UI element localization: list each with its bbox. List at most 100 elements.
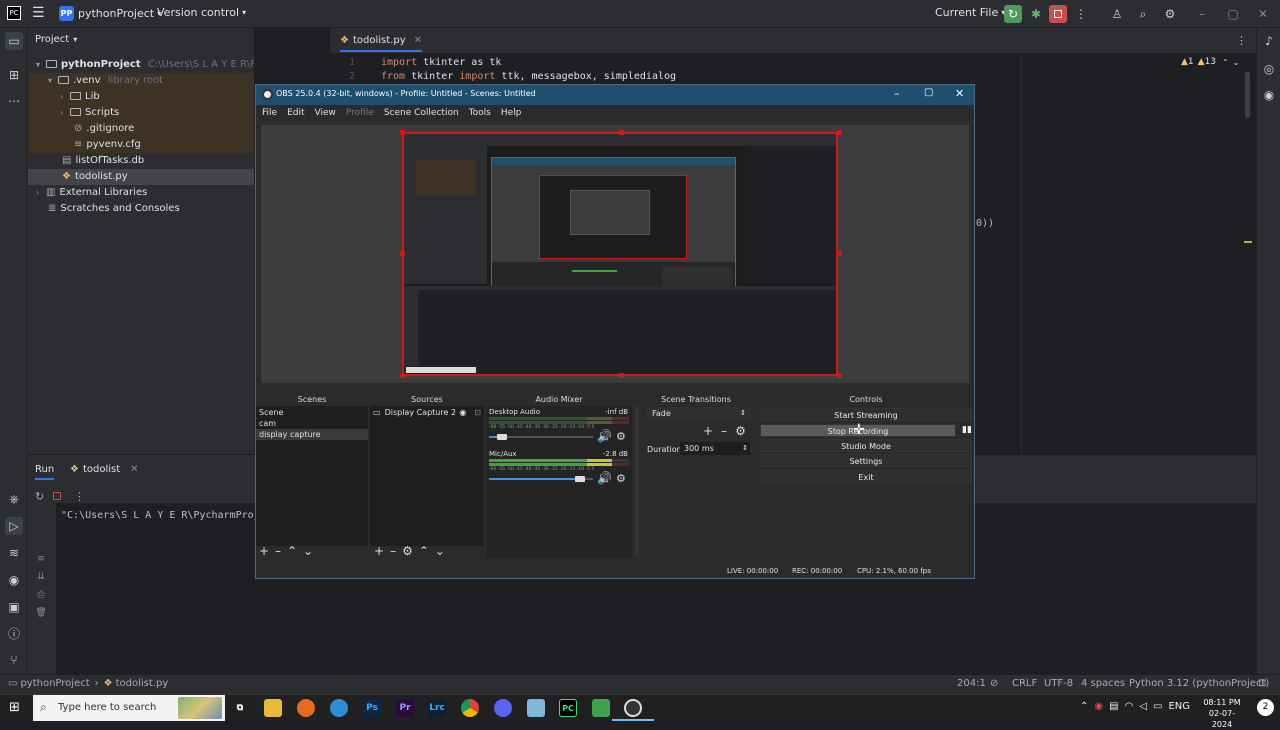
discord-icon[interactable]: [494, 699, 512, 717]
tab-todolist[interactable]: ❖ todolist.py ✕: [340, 35, 422, 52]
more-actions-icon[interactable]: ⋮: [74, 490, 85, 503]
minimize-button[interactable]: –: [1193, 5, 1211, 23]
inspection-widget[interactable]: ▲ 1 ▲ 13 ⌃ ⌄: [1181, 57, 1239, 67]
mixer-scrollbar[interactable]: [635, 406, 639, 556]
volume-slider[interactable]: [489, 476, 593, 482]
database-icon[interactable]: ◎: [1260, 60, 1278, 78]
properties-gear-icon[interactable]: ⚙: [402, 544, 413, 558]
add-icon[interactable]: +: [374, 544, 384, 558]
main-menu-icon[interactable]: ☰: [32, 5, 45, 21]
run-tab-todolist[interactable]: ❖ todolist ✕: [70, 464, 139, 475]
resize-handle[interactable]: [400, 130, 405, 135]
pycharm-taskbar-icon[interactable]: PC: [559, 699, 577, 717]
resize-handle[interactable]: [619, 373, 624, 378]
exit-button[interactable]: Exit: [760, 470, 972, 483]
breadcrumb-project[interactable]: pythonProject: [20, 678, 89, 689]
task-view-icon[interactable]: ⧉: [231, 699, 249, 717]
tab-options-icon[interactable]: ⋮: [1236, 34, 1247, 47]
run-tool-icon[interactable]: ▷: [5, 517, 23, 535]
scroll-to-end-icon[interactable]: ⇊: [34, 568, 48, 586]
remove-icon[interactable]: –: [390, 544, 396, 558]
soft-wrap-icon[interactable]: ≡: [34, 550, 48, 568]
security-icon[interactable]: ◉: [1094, 701, 1103, 712]
menu-file[interactable]: File: [262, 108, 277, 118]
battery-icon[interactable]: ▭: [1153, 701, 1162, 712]
menu-profile[interactable]: Profile: [346, 108, 374, 118]
run-panel-title[interactable]: Run: [35, 464, 55, 480]
premiere-icon[interactable]: Pr: [396, 699, 414, 717]
volume-icon[interactable]: ◁: [1139, 701, 1147, 712]
duration-input[interactable]: 300 ms ⇕: [680, 442, 750, 455]
menu-help[interactable]: Help: [501, 108, 522, 118]
menu-tools[interactable]: Tools: [469, 108, 491, 118]
tree-item-external-libraries[interactable]: › ▥ External Libraries: [28, 185, 254, 201]
clear-all-icon[interactable]: 🗑: [34, 604, 48, 622]
source-item[interactable]: ▭ Display Capture 2 ◉ ⊡: [373, 407, 481, 418]
photoshop-icon[interactable]: Ps: [363, 699, 381, 717]
resize-handle[interactable]: [837, 251, 842, 256]
caret-position[interactable]: 204:1: [957, 678, 986, 689]
app-taskbar-icon[interactable]: [592, 699, 610, 717]
minimize-button[interactable]: –: [894, 87, 900, 100]
start-streaming-button[interactable]: Start Streaming: [760, 408, 972, 421]
move-down-icon[interactable]: ⌄: [303, 544, 313, 558]
rerun-icon[interactable]: ↻: [35, 490, 44, 503]
mixer-settings-gear-icon[interactable]: ⚙: [616, 430, 626, 443]
volume-slider[interactable]: [489, 434, 593, 440]
move-up-icon[interactable]: ⌃: [287, 544, 297, 558]
scene-item[interactable]: cam: [259, 418, 367, 429]
interpreter-selector[interactable]: Python 3.12 (pythonProject): [1129, 678, 1269, 689]
vcs-menu[interactable]: Version control ▾: [157, 6, 246, 19]
run-config-selector[interactable]: Current File ▾: [935, 6, 1005, 19]
settings-icon[interactable]: ⚙: [1161, 5, 1179, 23]
mixer-settings-gear-icon[interactable]: ⚙: [616, 472, 626, 485]
indent-setting[interactable]: 4 spaces: [1081, 678, 1125, 689]
speaker-icon[interactable]: 🔊: [597, 429, 612, 443]
speaker-icon[interactable]: 🔊: [597, 471, 612, 485]
stop-icon[interactable]: [53, 492, 61, 500]
services-icon[interactable]: ◉: [5, 571, 23, 589]
remove-icon[interactable]: –: [721, 424, 727, 438]
terminal-icon[interactable]: ▣: [5, 598, 23, 616]
user-icon[interactable]: ♙: [1108, 5, 1126, 23]
maximize-button[interactable]: ▢: [924, 87, 933, 98]
windows-start-icon[interactable]: ⊞: [9, 701, 20, 714]
problems-icon[interactable]: ⓘ: [5, 625, 23, 643]
code-line-2[interactable]: from tkinter import ttk, messagebox, sim…: [381, 71, 676, 82]
tree-item-db[interactable]: ▤ listOfTasks.db: [28, 153, 254, 169]
menu-view[interactable]: View: [315, 108, 336, 118]
chevron-up-icon[interactable]: ⌃: [1080, 701, 1088, 712]
spinner-icon[interactable]: ⇕: [742, 442, 748, 455]
lock-icon[interactable]: ⊡: [474, 408, 481, 417]
taskbar-search[interactable]: ⌕ Type here to search: [33, 695, 225, 721]
scene-item-selected[interactable]: display capture: [256, 429, 368, 440]
edge-icon[interactable]: [330, 699, 348, 717]
layers-icon[interactable]: ≋: [5, 544, 23, 562]
resize-handle[interactable]: [400, 251, 405, 256]
settings-button[interactable]: Settings: [760, 454, 972, 467]
debug-icon[interactable]: ✱: [1027, 5, 1045, 23]
more-actions-icon[interactable]: ⋮: [1072, 5, 1090, 23]
resize-handle[interactable]: [837, 130, 842, 135]
git-icon[interactable]: ⑂: [5, 651, 23, 669]
close-tab-icon[interactable]: ✕: [414, 35, 422, 46]
menu-scene-collection[interactable]: Scene Collection: [384, 108, 459, 118]
tree-item-scratches[interactable]: ≣ Scratches and Consoles: [28, 201, 254, 217]
transition-select[interactable]: Fade ⇕: [646, 407, 750, 420]
chrome-icon[interactable]: [461, 699, 479, 717]
project-panel-header[interactable]: Project ▾: [35, 34, 77, 45]
close-tab-icon[interactable]: ✕: [130, 464, 138, 475]
clock[interactable]: 08:11 PM 02-07-2024: [1199, 697, 1245, 730]
stop-button[interactable]: [1049, 5, 1067, 23]
add-icon[interactable]: +: [259, 544, 269, 558]
notification-center-icon[interactable]: 2: [1257, 699, 1274, 716]
network-icon[interactable]: ▤: [1109, 701, 1118, 712]
file-encoding[interactable]: UTF-8: [1044, 678, 1073, 689]
move-up-icon[interactable]: ⌃: [419, 544, 429, 558]
menu-edit[interactable]: Edit: [287, 108, 304, 118]
tree-item-gitignore[interactable]: ⊘ .gitignore: [28, 121, 254, 137]
line-separator[interactable]: CRLF: [1012, 678, 1037, 689]
tree-item-todolist[interactable]: ❖ todolist.py: [28, 169, 254, 185]
maximize-button[interactable]: ▢: [1224, 5, 1242, 23]
notepad-icon[interactable]: [527, 699, 545, 717]
